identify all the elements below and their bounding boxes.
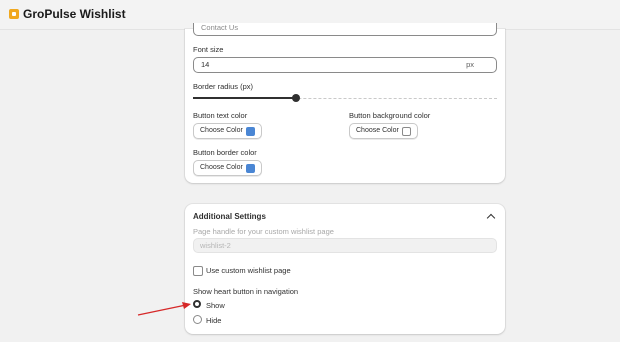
button-text-color-label: Button text color [193,111,248,120]
button-text-color-button[interactable]: Choose Color [193,123,262,139]
custom-page-checkbox[interactable] [193,266,203,276]
radio-show-label: Show [206,301,225,310]
border-radius-slider-thumb[interactable] [292,94,300,102]
app-logo-icon [9,9,19,19]
chevron-up-icon[interactable] [486,213,496,223]
font-size-input[interactable]: 14 px [193,57,497,73]
button-bg-color-button[interactable]: Choose Color [349,123,418,139]
button-border-color-label: Button border color [193,148,257,157]
radio-hide-label: Hide [206,316,222,325]
button-bg-color-button-label: Choose Color [356,127,399,134]
font-size-suffix: px [466,60,474,69]
button-text-input[interactable]: Contact Us [193,23,497,36]
button-bg-color-swatch [402,127,411,136]
button-border-color-swatch [246,164,255,173]
font-size-value: 14 [201,60,210,69]
border-radius-label: Border radius (px) [193,82,254,91]
font-size-label: Font size [193,45,224,54]
page-handle-label: Page handle for your custom wishlist pag… [193,227,334,236]
heart-nav-label: Show heart button in navigation [193,287,299,296]
button-bg-color-label: Button background color [349,111,431,120]
annotation-arrow-icon [137,302,191,316]
border-radius-slider-fill [193,97,296,99]
additional-settings-card: Additional Settings Page handle for your… [185,204,505,334]
button-border-color-button-label: Choose Color [200,164,243,171]
button-settings-card: Contact Us Font size 14 px Border radius… [185,23,505,183]
custom-page-checkbox-label: Use custom wishlist page [206,266,291,275]
app-title: GroPulse Wishlist [23,7,126,21]
button-border-color-button[interactable]: Choose Color [193,160,262,176]
additional-settings-title: Additional Settings [193,212,266,221]
page-handle-input[interactable]: wishlist-2 [193,238,497,253]
button-text-color-swatch [246,127,255,136]
button-text-color-button-label: Choose Color [200,127,243,134]
